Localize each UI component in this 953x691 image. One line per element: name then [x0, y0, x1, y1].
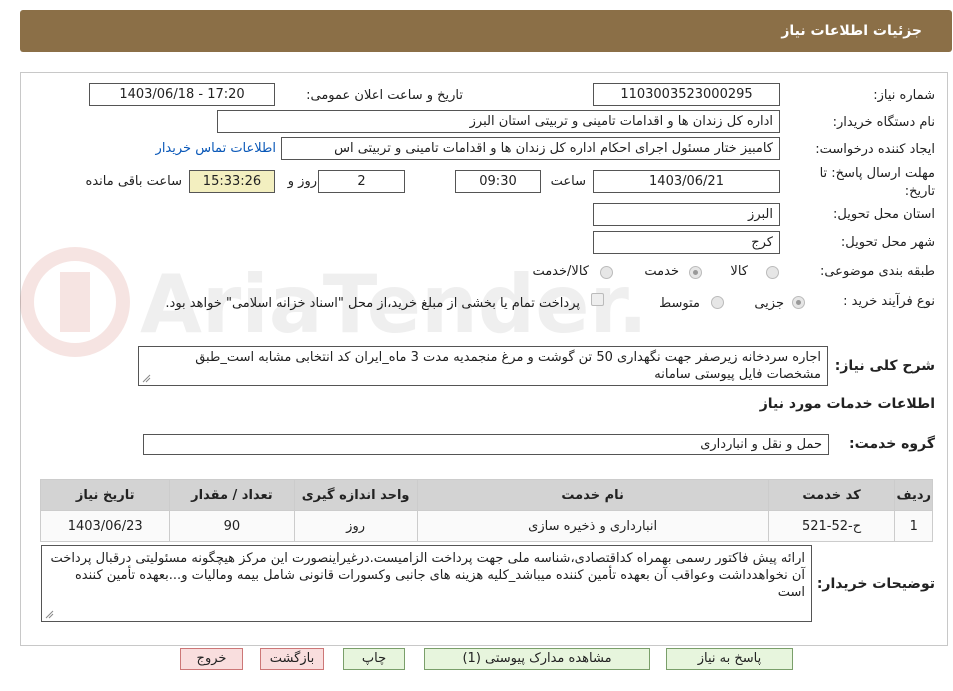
- cell-name: انبارداری و ذخیره سازی: [416, 510, 769, 542]
- print-button[interactable]: چاپ: [343, 648, 405, 670]
- category-radio-both[interactable]: [600, 266, 613, 279]
- deadline-label: مهلت ارسال پاسخ: تا: [819, 166, 935, 181]
- requester-label: ایجاد کننده درخواست:: [815, 142, 935, 157]
- announce-field: 1403/06/18 - 17:20: [89, 83, 275, 106]
- service-group-field: حمل و نقل و انبارداری: [143, 434, 829, 455]
- category-option-both: کالا/خدمت: [532, 264, 589, 279]
- remaining-label: ساعت باقی مانده: [85, 174, 182, 189]
- need-number-field: 1103003523000295: [593, 83, 780, 106]
- buyer-contact-link[interactable]: اطلاعات تماس خریدار: [156, 141, 276, 156]
- cell-row: 1: [894, 510, 933, 542]
- page-header: جزئیات اطلاعات نیاز: [20, 10, 952, 52]
- reply-button[interactable]: پاسخ به نیاز: [666, 648, 793, 670]
- col-row: ردیف: [894, 479, 933, 511]
- process-option-minor: جزیی: [754, 296, 784, 311]
- category-label: طبقه بندی موضوعی:: [819, 264, 935, 279]
- province-field: البرز: [593, 203, 780, 226]
- days-field: 2: [318, 170, 405, 193]
- deadline-date-field: 1403/06/21: [593, 170, 780, 193]
- exit-button[interactable]: خروج: [180, 648, 243, 670]
- services-table: ردیف کد خدمت نام خدمت واحد اندازه گیری ت…: [39, 479, 933, 542]
- province-label: استان محل تحویل:: [833, 207, 935, 222]
- deadline-label-2: تاریخ:: [904, 184, 935, 199]
- col-unit: واحد اندازه گیری: [293, 479, 418, 511]
- col-name: نام خدمت: [416, 479, 769, 511]
- process-radio-medium[interactable]: [711, 296, 724, 309]
- table-row: 1 ح-52-521 انبارداری و ذخیره سازی روز 90…: [39, 510, 933, 542]
- service-group-label: گروه خدمت:: [849, 436, 935, 452]
- deadline-time-field: 09:30: [455, 170, 541, 193]
- city-label: شهر محل تحویل:: [840, 235, 935, 250]
- resize-grip-icon[interactable]: [45, 610, 54, 619]
- summary-label: شرح کلی نیاز:: [834, 358, 935, 374]
- summary-text: اجاره سردخانه زیرصفر جهت نگهداری 50 تن گ…: [195, 350, 821, 382]
- category-option-service: خدمت: [644, 264, 679, 279]
- buyer-notes-label: توضیحات خریدار:: [816, 576, 935, 592]
- remaining-time-field: 15:33:26: [189, 170, 275, 193]
- city-field: کرج: [593, 231, 780, 254]
- process-option-medium: متوسط: [659, 296, 700, 311]
- view-attachments-button[interactable]: مشاهده مدارک پیوستی (1): [424, 648, 650, 670]
- col-quantity: تعداد / مقدار: [169, 479, 295, 511]
- buyer-notes-text: ارائه پیش فاکتور رسمی بهمراه کداقتصادی،ش…: [50, 551, 805, 600]
- cell-unit: روز: [293, 510, 418, 542]
- process-label: نوع فرآیند خرید :: [843, 294, 935, 309]
- buyer-notes-textarea[interactable]: ارائه پیش فاکتور رسمی بهمراه کداقتصادی،ش…: [41, 545, 812, 622]
- treasury-checkbox[interactable]: [591, 293, 604, 306]
- requester-field: کامبیز ختار مسئول اجرای احکام اداره کل ز…: [281, 137, 780, 160]
- category-radio-goods[interactable]: [766, 266, 779, 279]
- announce-label: تاریخ و ساعت اعلان عمومی:: [306, 88, 463, 103]
- process-radio-minor[interactable]: [792, 296, 805, 309]
- cell-code: ح-52-521: [767, 510, 896, 542]
- buyer-label: نام دستگاه خریدار:: [832, 115, 935, 130]
- need-number-label: شماره نیاز:: [873, 88, 935, 103]
- col-code: کد خدمت: [767, 479, 896, 511]
- days-label: روز و: [287, 174, 317, 189]
- resize-grip-icon[interactable]: [142, 374, 151, 383]
- summary-textarea[interactable]: اجاره سردخانه زیرصفر جهت نگهداری 50 تن گ…: [138, 346, 828, 386]
- services-section-title: اطلاعات خدمات مورد نیاز: [759, 396, 935, 412]
- buyer-field: اداره کل زندان ها و اقدامات تامینی و ترب…: [217, 110, 780, 133]
- cell-date: 1403/06/23: [39, 510, 171, 542]
- category-radio-service[interactable]: [689, 266, 702, 279]
- category-option-goods: کالا: [730, 264, 748, 279]
- deadline-time-label: ساعت: [550, 174, 586, 189]
- table-header-row: ردیف کد خدمت نام خدمت واحد اندازه گیری ت…: [39, 479, 933, 511]
- page-title: جزئیات اطلاعات نیاز: [781, 23, 922, 39]
- payment-note: پرداخت تمام یا بخشی از مبلغ خرید،از محل …: [165, 296, 580, 311]
- back-button[interactable]: بازگشت: [260, 648, 324, 670]
- col-date: تاریخ نیاز: [39, 479, 171, 511]
- cell-quantity: 90: [169, 510, 295, 542]
